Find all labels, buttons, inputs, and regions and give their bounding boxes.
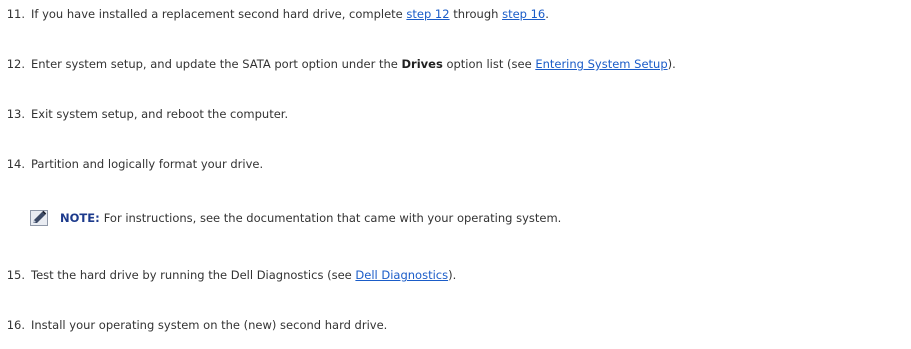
step-text: Install your operating system on the (ne… [31,318,388,332]
dell-diagnostics-link[interactable]: Dell Diagnostics [355,268,448,282]
step-text: Enter system setup, and update the SATA … [31,57,402,71]
step-11: 11. If you have installed a replacement s… [0,7,549,21]
step-12-link[interactable]: step 12 [406,7,449,21]
step-text: Partition and logically format your driv… [31,157,264,171]
step-number: 11. [6,7,25,21]
step-text: Test the hard drive by running the Dell … [31,268,356,282]
step-text: ). [448,268,457,282]
step-text: ). [667,57,676,71]
step-number: 12. [6,57,25,71]
entering-system-setup-link[interactable]: Entering System Setup [535,57,667,71]
step-text: through [449,7,503,21]
step-15: 15. Test the hard drive by running the De… [0,268,457,282]
pencil-note-icon [30,210,48,226]
step-number: 14. [6,157,25,171]
step-16: 16. Install your operating system on the … [0,318,388,332]
step-14: 14. Partition and logically format your d… [0,157,263,171]
step-number: 16. [6,318,25,332]
note-label: NOTE: [60,211,100,225]
step-text: Exit system setup, and reboot the comput… [31,107,289,121]
step-16-link[interactable]: step 16 [502,7,545,21]
step-text: . [545,7,549,21]
step-number: 13. [6,107,25,121]
step-number: 15. [6,268,25,282]
step-text: If you have installed a replacement seco… [31,7,407,21]
step-13: 13. Exit system setup, and reboot the com… [0,107,288,121]
note-text: For instructions, see the documentation … [103,211,562,225]
note: NOTE: For instructions, see the document… [30,210,561,226]
step-text: option list (see [442,57,536,71]
step-12: 12. Enter system setup, and update the SA… [0,57,676,71]
drives-option-label: Drives [401,57,443,71]
